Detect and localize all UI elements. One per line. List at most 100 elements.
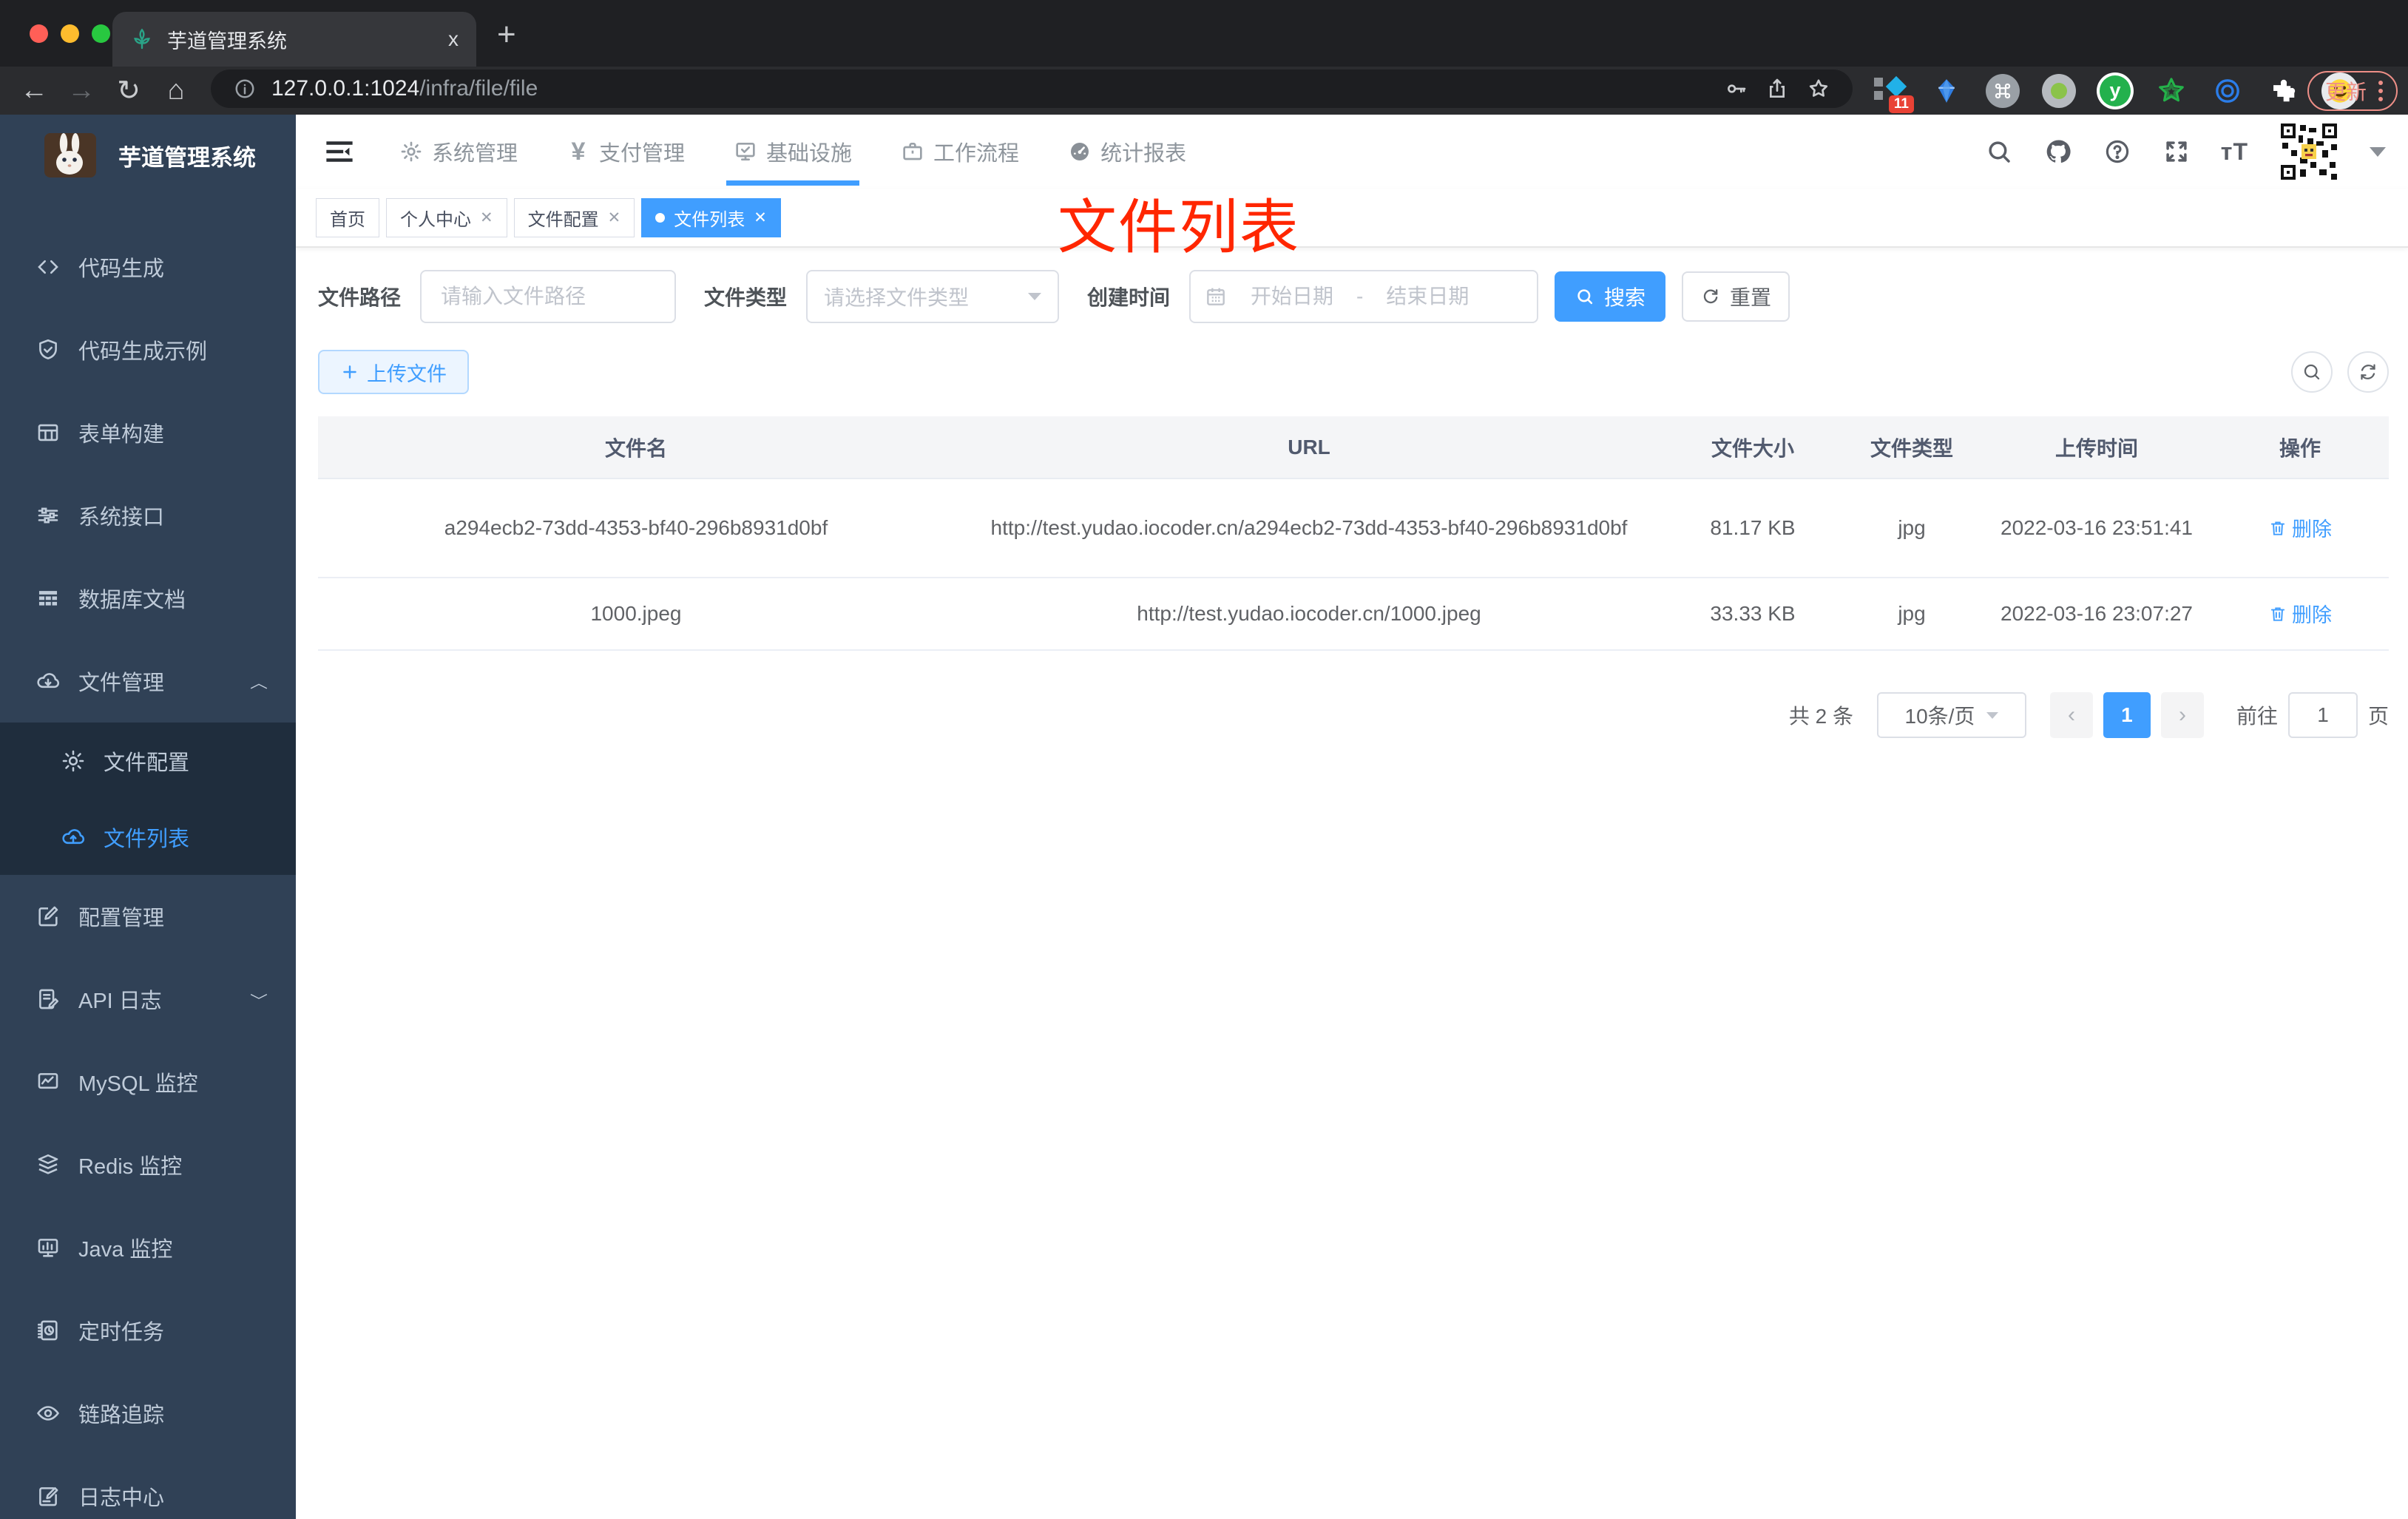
cell-file-url: http://test.yudao.iocoder.cn/1000.jpeg [1137, 601, 1481, 625]
delete-button[interactable]: 删除 [2268, 599, 2332, 628]
tab-close-icon[interactable]: x [448, 27, 459, 51]
header-actions: ᴛT [1984, 121, 2408, 183]
reload-icon[interactable]: ↻ [105, 74, 152, 107]
end-date-input[interactable] [1369, 285, 1487, 308]
sidebar-item-label: API 日志 [78, 989, 162, 1013]
top-nav-reports[interactable]: 统计报表 [1068, 115, 1186, 189]
sidebar-item-log-center[interactable]: 日志中心 [0, 1455, 296, 1519]
extension-pin-icon[interactable]: 11 [1871, 72, 1914, 113]
sidebar-item-system-api[interactable]: 系统接口 [0, 474, 296, 557]
tag-profile[interactable]: 个人中心 ✕ [386, 197, 507, 237]
tag-close-icon[interactable]: ✕ [608, 209, 621, 227]
share-icon[interactable] [1762, 74, 1792, 104]
bookmark-star-icon[interactable] [1804, 74, 1833, 104]
extension-dot-icon[interactable] [2040, 72, 2078, 110]
font-size-icon[interactable]: ᴛT [2221, 138, 2248, 166]
cell-file-type: jpg [1898, 516, 1926, 539]
sidebar-item-db-doc[interactable]: 数据库文档 [0, 557, 296, 640]
upload-file-button[interactable]: 上传文件 [318, 350, 469, 394]
help-icon[interactable] [2103, 137, 2132, 166]
next-page-button[interactable]: › [2160, 692, 2204, 738]
browser-menu-icon[interactable] [2378, 81, 2383, 101]
window-zoom-button[interactable] [92, 24, 110, 43]
table-icon [35, 420, 61, 445]
avatar-caret-icon[interactable] [2370, 146, 2386, 157]
site-info-icon[interactable] [230, 74, 260, 104]
address-bar[interactable]: 127.0.0.1:1024/infra/file/file [211, 70, 1853, 108]
back-icon[interactable]: ← [10, 75, 58, 106]
search-button[interactable]: 搜索 [1555, 271, 1666, 322]
tag-close-icon[interactable]: ✕ [754, 209, 767, 227]
browser-toolbar: ← → ↻ ⌂ 127.0.0.1:1024/infra/file/file 1… [0, 67, 2408, 115]
sidebar-item-config-management[interactable]: 配置管理 [0, 875, 296, 958]
extension-puzzle-icon[interactable] [2265, 72, 2303, 110]
goto-page-input[interactable] [2287, 692, 2358, 738]
extension-gem-icon[interactable] [1927, 72, 1966, 110]
fullscreen-icon[interactable] [2162, 137, 2191, 166]
sidebar-item-java-monitor[interactable]: Java 监控 [0, 1206, 296, 1289]
extension-star-icon[interactable] [2152, 72, 2191, 110]
sidebar-item-label: 系统接口 [78, 506, 165, 530]
sidebar-item-mysql-monitor[interactable]: MySQL 监控 [0, 1041, 296, 1123]
top-nav-label: 工作流程 [933, 142, 1020, 166]
file-management-submenu: 文件配置 文件列表 [0, 723, 296, 875]
file-type-select[interactable]: 请选择文件类型 [806, 270, 1060, 323]
extension-icons: 11 y [1871, 67, 2359, 115]
tag-close-icon[interactable]: ✕ [480, 209, 493, 227]
file-path-input[interactable] [420, 270, 677, 323]
avatar[interactable] [2278, 121, 2340, 183]
sidebar-item-redis-monitor[interactable]: Redis 监控 [0, 1123, 296, 1206]
table-row: a294ecb2-73dd-4353-bf40-296b8931d0bf htt… [318, 479, 2389, 578]
start-date-input[interactable] [1234, 285, 1351, 308]
tag-file-list[interactable]: 文件列表 ✕ [641, 197, 781, 237]
logo-row[interactable]: 芋道管理系统 [0, 115, 296, 196]
date-range-picker[interactable]: - [1189, 270, 1539, 323]
extension-command-icon[interactable] [1983, 72, 2022, 110]
prev-page-button[interactable]: ‹ [2049, 692, 2093, 738]
create-time-label: 创建时间 [1087, 286, 1171, 309]
browser-update-button[interactable]: 更新 [2307, 71, 2398, 111]
cell-file-size: 81.17 KB [1710, 516, 1796, 539]
new-tab-button[interactable]: + [497, 16, 516, 53]
sidebar-item-scheduled-jobs[interactable]: 定时任务 [0, 1289, 296, 1372]
sidebar-item-file-management[interactable]: 文件管理 ︿ [0, 640, 296, 723]
sidebar-item-file-config[interactable]: 文件配置 [0, 723, 296, 799]
top-nav-payment[interactable]: ¥ 支付管理 [567, 115, 685, 189]
reset-button[interactable]: 重置 [1682, 271, 1790, 322]
top-nav-system[interactable]: 系统管理 [399, 115, 518, 189]
sidebar-item-file-list[interactable]: 文件列表 [0, 799, 296, 875]
show-search-icon[interactable] [2291, 351, 2333, 393]
page-content: 文件路径 文件类型 请选择文件类型 创建时间 - [296, 248, 2408, 738]
cell-file-name: 1000.jpeg [590, 602, 682, 625]
top-nav-label: 基础设施 [766, 142, 853, 166]
search-icon[interactable] [1984, 137, 2014, 166]
forward-icon[interactable]: → [58, 75, 105, 106]
refresh-icon[interactable] [2347, 351, 2389, 393]
browser-tab[interactable]: 芋道管理系统 x [112, 12, 476, 67]
sidebar-item-label: 链路追踪 [78, 1404, 165, 1427]
top-nav-workflow[interactable]: 工作流程 [901, 115, 1019, 189]
github-icon[interactable] [2043, 137, 2073, 166]
extension-y-icon[interactable]: y [2096, 72, 2134, 110]
page-size-select[interactable]: 10条/页 [1876, 692, 2026, 738]
tag-file-config[interactable]: 文件配置 ✕ [513, 197, 635, 237]
current-page-button[interactable]: 1 [2103, 692, 2151, 738]
window-minimize-button[interactable] [61, 24, 79, 43]
delete-button[interactable]: 删除 [2268, 513, 2332, 542]
sidebar-item-code-gen-demo[interactable]: 代码生成示例 [0, 308, 296, 391]
sidebar-item-form-builder[interactable]: 表单构建 [0, 391, 296, 474]
sidebar-collapse-icon[interactable] [322, 135, 356, 169]
tag-home[interactable]: 首页 [316, 197, 379, 237]
password-key-icon[interactable] [1721, 74, 1751, 104]
home-icon[interactable]: ⌂ [152, 75, 200, 106]
sidebar-item-label: 定时任务 [78, 1321, 165, 1344]
top-nav-infrastructure[interactable]: 基础设施 [726, 115, 860, 189]
schedule-clock-icon [35, 1318, 61, 1343]
code-icon [35, 254, 61, 280]
window-close-button[interactable] [30, 24, 48, 43]
sidebar-item-api-log[interactable]: API 日志 ﹀ [0, 958, 296, 1041]
update-label: 更新 [2324, 81, 2367, 104]
extension-eye-icon[interactable] [2208, 72, 2247, 110]
sidebar-item-code-gen[interactable]: 代码生成 [0, 226, 296, 308]
sidebar-item-tracing[interactable]: 链路追踪 [0, 1372, 296, 1455]
